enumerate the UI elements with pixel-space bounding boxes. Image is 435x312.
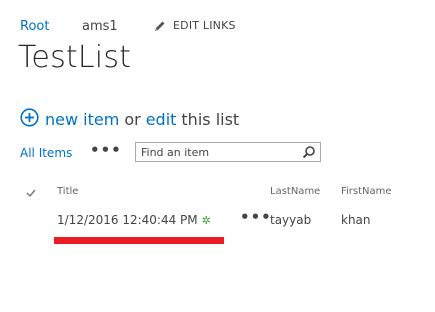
table-cell-firstname: khan [341, 213, 371, 227]
page-title: TestList [18, 40, 132, 75]
item-title-link[interactable]: 1/12/2016 12:40:44 PM [57, 213, 198, 227]
breadcrumb-site: ams1 [82, 19, 118, 34]
table-row-title[interactable]: 1/12/2016 12:40:44 PM ✲ [57, 213, 211, 227]
checkmark-icon[interactable] [26, 183, 36, 202]
view-more-ellipsis[interactable]: ••• [90, 141, 122, 159]
all-items-view-link[interactable]: All Items [20, 146, 72, 160]
column-header-firstname[interactable]: FirstName [341, 186, 392, 197]
plus-circle-icon[interactable] [20, 108, 39, 131]
search-box [135, 142, 321, 162]
pencil-icon [155, 21, 165, 31]
new-item-bar: new item or edit this list [20, 108, 239, 131]
search-input[interactable] [136, 145, 298, 159]
red-highlight-bar [54, 237, 224, 244]
search-icon[interactable] [298, 143, 320, 161]
column-header-title[interactable]: Title [57, 186, 78, 197]
row-more-ellipsis[interactable]: ••• [240, 208, 272, 226]
or-text: or [124, 110, 141, 129]
column-header-lastname[interactable]: LastName [270, 186, 320, 197]
new-item-badge-icon: ✲ [201, 213, 211, 227]
breadcrumb-root-link[interactable]: Root [20, 19, 49, 34]
table-cell-lastname: tayyab [270, 213, 312, 227]
edit-links-button[interactable]: EDIT LINKS [154, 19, 236, 32]
edit-list-link[interactable]: edit [146, 110, 177, 129]
new-item-link[interactable]: new item [45, 110, 119, 129]
edit-links-label: EDIT LINKS [173, 19, 236, 32]
this-list-text: this list [181, 110, 240, 129]
